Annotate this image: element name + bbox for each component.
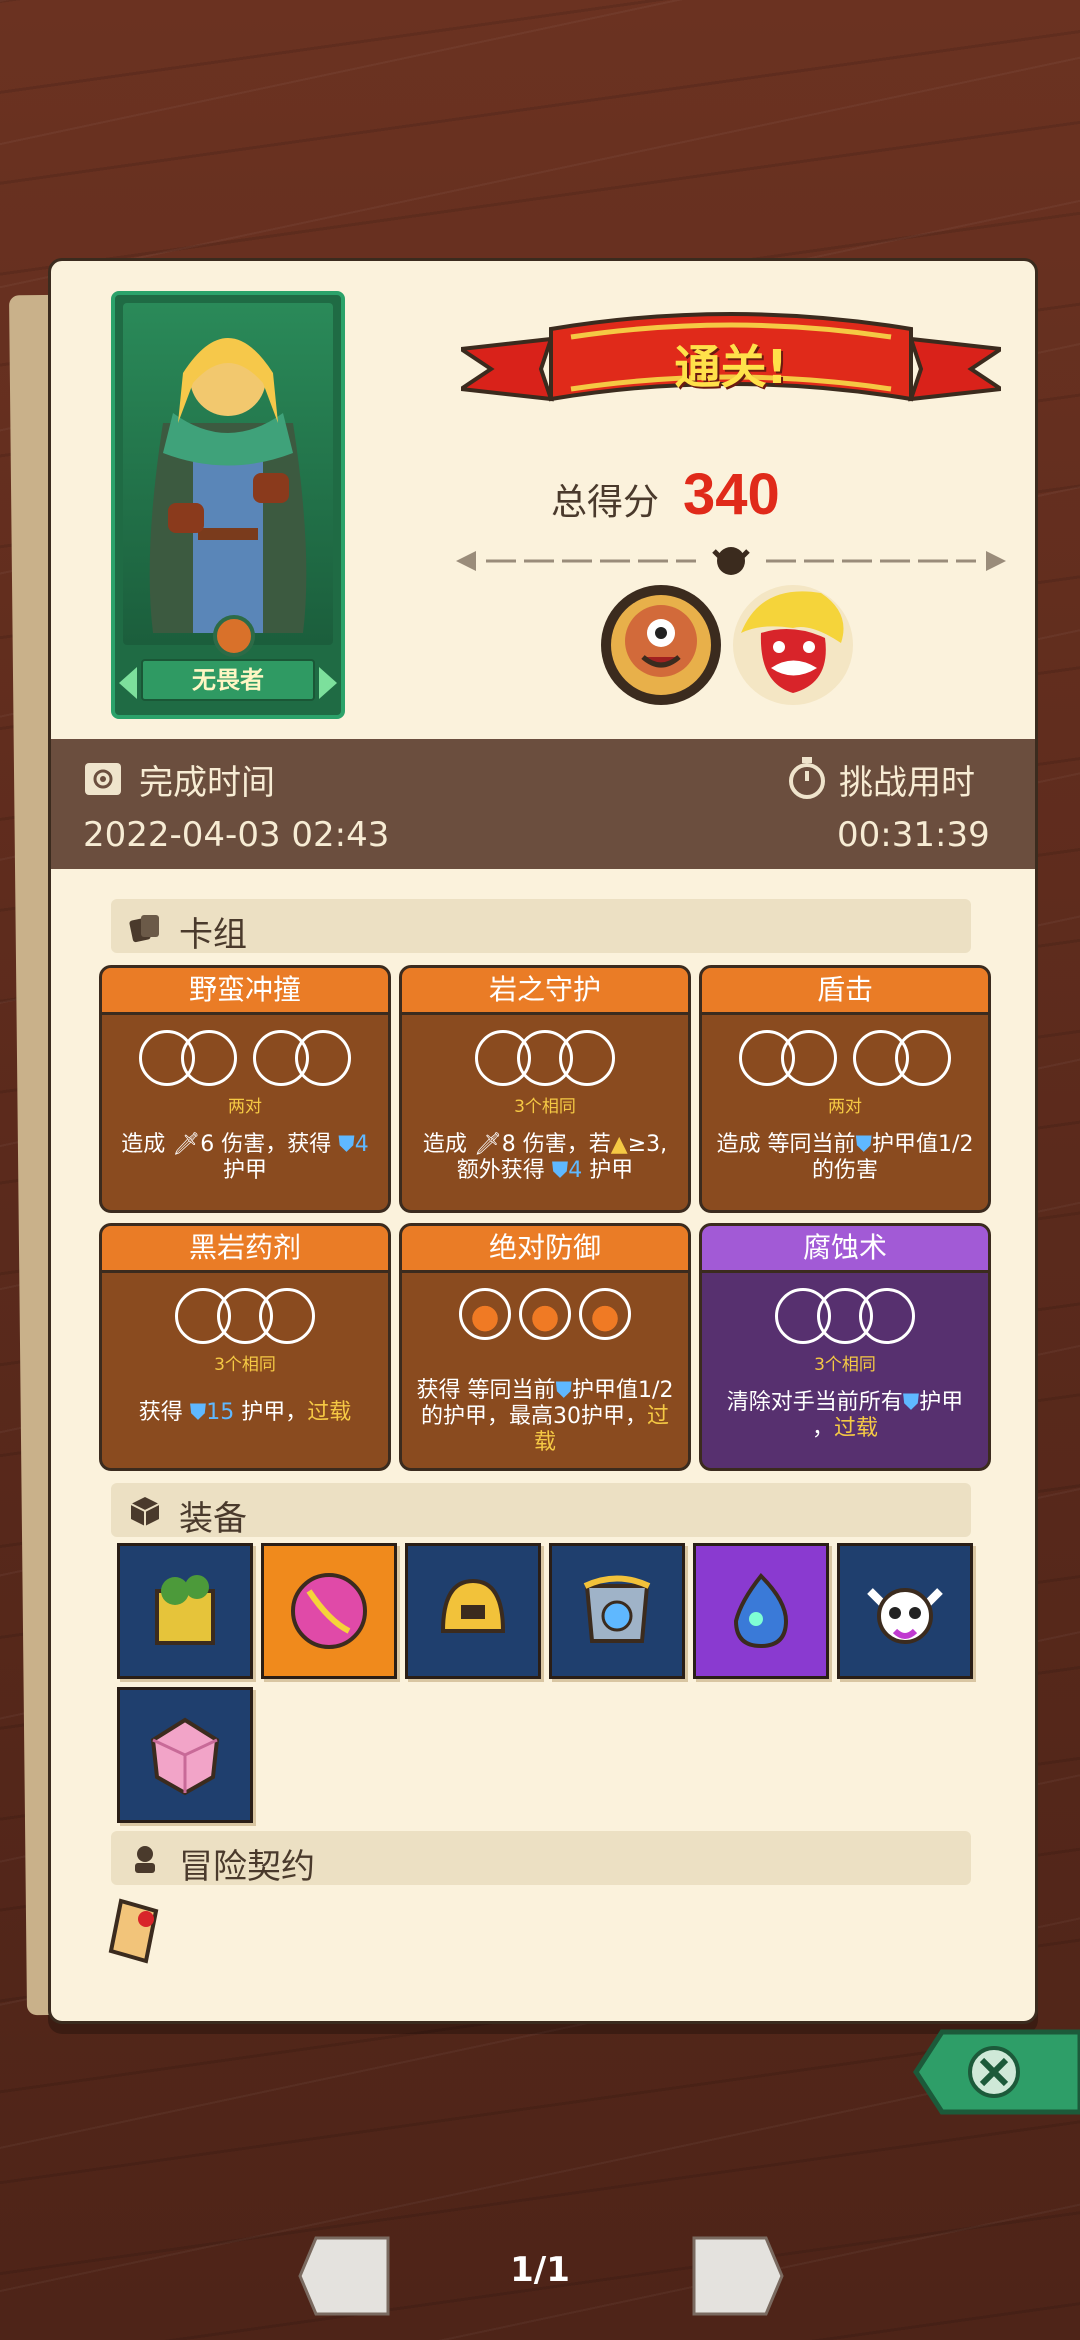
score-label: 总得分: [551, 482, 660, 523]
fire-orb-icon: [291, 1573, 367, 1649]
hero-card[interactable]: 无畏者: [111, 291, 345, 719]
sword-icon: 🗡: [473, 1132, 502, 1157]
card-description: 清除对手当前所有⛊护甲 ，过载: [726, 1390, 964, 1441]
equipment-slot-1[interactable]: [117, 1543, 253, 1679]
score-value: 340: [683, 462, 780, 527]
card-dice-slots: [102, 1288, 388, 1352]
shield-icon: ⛊: [855, 1132, 873, 1157]
shield-icon: ⛊: [189, 1400, 207, 1425]
card-blackrock-potion[interactable]: 黑岩药剂 3个相同 获得 ⛊15 护甲，过载: [99, 1223, 391, 1471]
rock-die-icon: [519, 1288, 571, 1340]
deck-title: 卡组: [179, 915, 247, 955]
equipment-section-header: 装备: [111, 1483, 971, 1539]
card-title: 腐蚀术: [702, 1226, 988, 1273]
card-title: 盾击: [702, 968, 988, 1015]
blue-flame-spirit-icon: [733, 1573, 789, 1649]
card-title: 绝对防御: [402, 1226, 688, 1273]
rock-die-icon: [459, 1288, 511, 1340]
hero-name: 无畏者: [141, 659, 315, 701]
challenge-duration-label: 挑战用时: [839, 763, 975, 803]
hero-portrait: [123, 303, 333, 645]
next-page-button[interactable]: [686, 2232, 786, 2320]
contract-section-header: 冒险契约: [111, 1831, 971, 1887]
card-requirement: 两对: [228, 1097, 262, 1117]
equipment-slot-7[interactable]: [117, 1687, 253, 1823]
card-description: 获得 等同当前⛊护甲值1/2 的护甲，最高30护甲，过载: [416, 1378, 674, 1455]
finish-time-value: 2022-04-03 02:43: [83, 815, 390, 855]
equipment-slot-4[interactable]: [549, 1543, 685, 1679]
equipment-slot-5[interactable]: [693, 1543, 829, 1679]
card-description: 造成 🗡8 伤害，若▲≥3, 额外获得 ⛊4 护甲: [422, 1132, 668, 1183]
pink-crystal-dice-icon: [150, 1717, 220, 1796]
equipment-slot-6[interactable]: [837, 1543, 973, 1679]
hero-prev-arrow-icon[interactable]: [119, 667, 137, 699]
cards-icon: [129, 915, 159, 943]
close-button[interactable]: [912, 2026, 1080, 2118]
boss-red-demon-icon: [731, 583, 855, 707]
stopwatch-icon: [789, 757, 825, 799]
prev-page-button[interactable]: [296, 2232, 396, 2320]
card-absolute-defense[interactable]: 绝对防御 获得 等同当前⛊护甲值1/2 的护甲，最高30护甲，过载: [399, 1223, 691, 1471]
card-requirement: 两对: [828, 1097, 862, 1117]
card-savage-charge[interactable]: 野蛮冲撞 两对 造成 🗡6 伤害，获得 ⛊4 护甲: [99, 965, 391, 1213]
card-dice-slots: [702, 1030, 988, 1094]
card-title: 黑岩药剂: [102, 1226, 388, 1273]
card-dice-slots: [402, 1288, 688, 1352]
page-indicator: 1/1: [510, 2250, 570, 2290]
boss-cyclops-icon: [599, 583, 723, 707]
hero-next-arrow-icon[interactable]: [319, 667, 337, 699]
sword-icon: 🗡: [172, 1132, 201, 1157]
total-score: 总得分 340: [551, 461, 780, 531]
hero-illustration: [149, 338, 307, 633]
ornament-divider: [456, 547, 1006, 575]
rock-die-icon: [579, 1288, 631, 1340]
scroll-icon[interactable]: [101, 1891, 171, 1971]
box-icon: [130, 1497, 160, 1526]
card-requirement: 3个相同: [814, 1355, 876, 1375]
card-dice-slots: [702, 1288, 988, 1352]
shield-icon: ⛊: [338, 1132, 355, 1157]
card-description: 造成 等同当前⛊护甲值1/2 的伤害: [716, 1132, 974, 1183]
card-shield-bash[interactable]: 盾击 两对 造成 等同当前⛊护甲值1/2 的伤害: [699, 965, 991, 1213]
card-description: 获得 ⛊15 护甲，过载: [138, 1400, 352, 1425]
contract-title: 冒险契约: [179, 1847, 315, 1887]
finish-time-label: 完成时间: [139, 763, 275, 803]
golden-helmet-icon: [440, 1578, 506, 1633]
horned-skull-icon: [867, 1588, 943, 1644]
card-dice-slots: [402, 1030, 688, 1094]
hero-medal-icon: [213, 615, 255, 657]
seal-icon: [135, 1846, 155, 1873]
challenge-duration-value: 00:31:39: [837, 815, 990, 855]
card-rock-guard[interactable]: 岩之守护 3个相同 造成 🗡8 伤害，若▲≥3, 额外获得 ⛊4 护甲: [399, 965, 691, 1213]
card-title: 野蛮冲撞: [102, 968, 388, 1015]
card-title: 岩之守护: [402, 968, 688, 1015]
equipment-title: 装备: [179, 1499, 247, 1539]
card-description: 造成 🗡6 伤害，获得 ⛊4 护甲: [121, 1132, 369, 1183]
card-corrosion[interactable]: 腐蚀术 3个相同 清除对手当前所有⛊护甲 ，过载: [699, 1223, 991, 1471]
card-requirement: 3个相同: [214, 1355, 276, 1375]
moss-cube-icon: [155, 1575, 215, 1645]
card-requirement: 3个相同: [514, 1097, 576, 1117]
rock-icon: ▲: [610, 1132, 628, 1157]
stats-band: 完成时间 2022-04-03 02:43 挑战用时 00:31:39: [51, 739, 1035, 869]
compass-armor-icon: [583, 1575, 651, 1643]
result-panel: 无畏者 通关! 总得分 340 完成时间 2022-04-03 02:43 挑战…: [48, 258, 1038, 2024]
victory-banner: 通关!: [455, 309, 1007, 429]
card-dice-slots: [102, 1030, 388, 1094]
deck-section-header: 卡组: [111, 899, 971, 955]
equipment-slot-3[interactable]: [405, 1543, 541, 1679]
victory-text: 通关!: [674, 340, 788, 394]
shield-icon: ⛊: [902, 1390, 920, 1415]
equipment-slot-2[interactable]: [261, 1543, 397, 1679]
shield-icon: ⛊: [555, 1378, 573, 1403]
shield-icon: ⛊: [551, 1158, 569, 1183]
calendar-icon: [85, 763, 121, 795]
